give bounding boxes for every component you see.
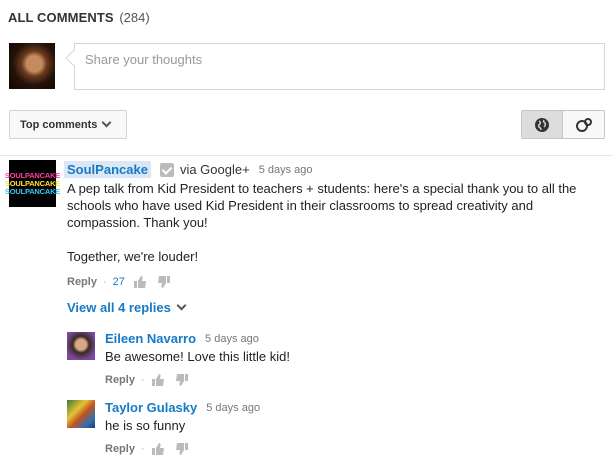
public-toggle-button[interactable] xyxy=(522,111,564,138)
separator-dot: · xyxy=(102,276,107,288)
google-plus-check-icon xyxy=(159,162,174,177)
reply-button[interactable]: Reply xyxy=(105,443,135,455)
separator-dot: · xyxy=(140,374,145,386)
comment: SoulPancake via Google+ 5 days ago A pep… xyxy=(64,161,597,289)
comment-author[interactable]: SoulPancake xyxy=(64,161,151,178)
comments-title: ALL COMMENTS xyxy=(8,10,114,25)
globe-icon xyxy=(535,117,549,132)
chevron-down-icon xyxy=(101,117,112,128)
share-box[interactable] xyxy=(65,43,605,90)
thumbs-down-icon[interactable] xyxy=(175,373,189,387)
comment-actions: Reply · 27 xyxy=(67,275,597,289)
comment-via: via Google+ xyxy=(179,162,250,177)
divider xyxy=(0,155,613,156)
google-plus-toggle-button[interactable] xyxy=(563,111,604,138)
sort-label: Top comments xyxy=(20,118,98,131)
reply-time[interactable]: 5 days ago xyxy=(205,333,259,345)
reply-avatar[interactable] xyxy=(67,332,95,360)
reply-comment: Eileen Navarro 5 days ago Be awesome! Lo… xyxy=(105,331,290,387)
reply-avatar[interactable] xyxy=(67,400,95,428)
comments-header: ALL COMMENTS (284) xyxy=(8,10,150,25)
thumbs-up-icon[interactable] xyxy=(133,275,147,289)
like-count: 27 xyxy=(112,276,125,288)
chevron-down-icon xyxy=(176,300,187,311)
current-user-avatar xyxy=(9,43,55,89)
comment-visibility-toggle xyxy=(521,110,605,139)
reply-button[interactable]: Reply xyxy=(67,276,97,288)
thumbs-down-icon[interactable] xyxy=(175,442,189,456)
reply-author-line: Eileen Navarro 5 days ago xyxy=(105,331,290,346)
reply-time[interactable]: 5 days ago xyxy=(206,402,260,414)
share-thoughts-input[interactable] xyxy=(85,52,585,67)
view-all-replies-label: View all 4 replies xyxy=(67,300,171,315)
sort-dropdown[interactable]: Top comments xyxy=(9,110,127,139)
share-box-notch xyxy=(65,49,83,67)
reply-body: he is so funny xyxy=(105,418,186,433)
reply-actions: Reply · xyxy=(105,442,260,456)
thumbs-up-icon[interactable] xyxy=(151,442,165,456)
thumbs-down-icon[interactable] xyxy=(157,275,171,289)
comments-count: (284) xyxy=(119,10,150,25)
separator-dot: · xyxy=(140,443,145,455)
reply-comment: Taylor Gulasky 5 days ago he is so funny… xyxy=(105,400,260,456)
comment-body-2: Together, we're louder! xyxy=(67,249,199,264)
reply-author[interactable]: Eileen Navarro xyxy=(105,331,196,346)
reply-author-line: Taylor Gulasky 5 days ago xyxy=(105,400,260,415)
comment-time[interactable]: 5 days ago xyxy=(259,164,313,176)
thumbs-up-icon[interactable] xyxy=(151,373,165,387)
view-all-replies-link[interactable]: View all 4 replies xyxy=(67,300,187,315)
comment-body: A pep talk from Kid President to teacher… xyxy=(67,181,577,230)
reply-author[interactable]: Taylor Gulasky xyxy=(105,400,197,415)
reply-body: Be awesome! Love this little kid! xyxy=(105,349,290,364)
soulpancake-avatar[interactable]: SOULPANCAKE SOULPANCAKE SOULPANCAKE xyxy=(5,160,60,207)
reply-actions: Reply · xyxy=(105,373,290,387)
logo-text-3: SOULPANCAKE xyxy=(4,186,61,196)
circles-icon xyxy=(575,117,592,132)
reply-button[interactable]: Reply xyxy=(105,374,135,386)
comment-author-line: SoulPancake via Google+ 5 days ago xyxy=(64,161,597,178)
